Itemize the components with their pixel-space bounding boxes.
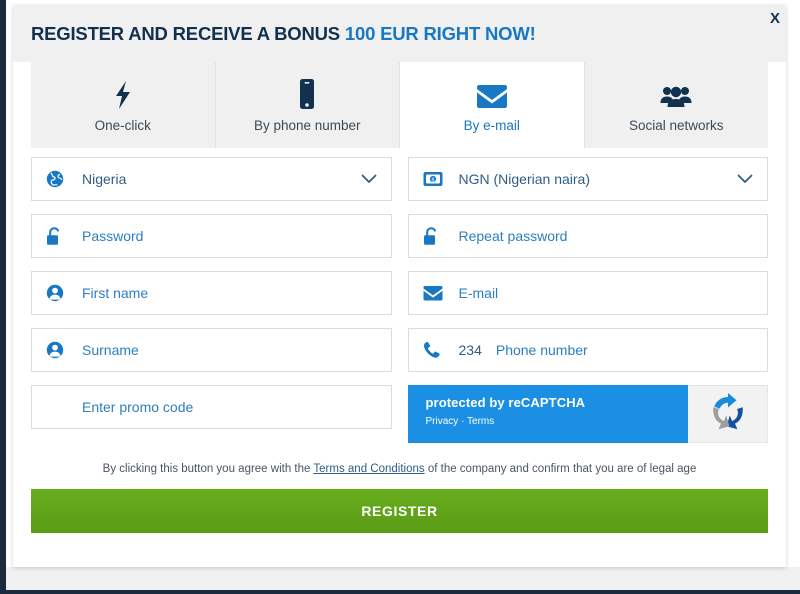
tab-by-email[interactable]: By e-mail bbox=[400, 62, 585, 148]
person-icon bbox=[46, 341, 68, 359]
surname-placeholder: Surname bbox=[82, 342, 139, 358]
country-select[interactable]: Nigeria bbox=[31, 157, 392, 201]
globe-icon bbox=[46, 170, 68, 188]
currency-select[interactable]: $ NGN (Nigerian naira) bbox=[407, 157, 768, 201]
terms-text-after: of the company and confirm that you are … bbox=[424, 463, 697, 475]
recaptcha-title: protected by reCAPTCHA bbox=[425, 395, 586, 410]
recaptcha-separator: · bbox=[461, 416, 465, 427]
modal-header: REGISTER AND RECEIVE A BONUS 100 EUR RIG… bbox=[13, 5, 786, 62]
chevron-down-icon bbox=[737, 174, 753, 184]
recaptcha-icon bbox=[707, 391, 749, 438]
page-title: REGISTER AND RECEIVE A BONUS 100 EUR RIG… bbox=[31, 23, 536, 45]
unlocked-padlock-icon bbox=[423, 226, 445, 246]
email-field[interactable]: E-mail bbox=[407, 271, 768, 315]
recaptcha-links: Privacy · Terms bbox=[426, 416, 689, 427]
first-name-placeholder: First name bbox=[82, 285, 149, 301]
unlocked-padlock-icon bbox=[46, 226, 68, 246]
phone-handset-icon bbox=[423, 341, 445, 359]
registration-method-tabs: One-click By phone number By e-mail Soci… bbox=[13, 62, 786, 148]
recaptcha-badge[interactable]: protected by reCAPTCHA Privacy · Terms bbox=[407, 385, 768, 443]
password-placeholder: Password bbox=[82, 228, 144, 244]
terms-and-conditions-link[interactable]: Terms and Conditions bbox=[313, 463, 424, 475]
repeat-password-placeholder: Repeat password bbox=[458, 228, 568, 244]
page-left-edge bbox=[0, 0, 6, 594]
tab-label-social-networks: Social networks bbox=[628, 118, 724, 133]
repeat-password-field[interactable]: Repeat password bbox=[407, 214, 768, 258]
currency-value: NGN (Nigerian naira) bbox=[458, 171, 590, 187]
phone-placeholder: Phone number bbox=[495, 342, 588, 358]
recaptcha-logo-panel bbox=[688, 385, 768, 443]
terms-disclaimer: By clicking this button you agree with t… bbox=[31, 463, 768, 475]
tab-one-click[interactable]: One-click bbox=[31, 62, 216, 148]
tab-label-one-click: One-click bbox=[94, 118, 151, 133]
registration-modal: REGISTER AND RECEIVE A BONUS 100 EUR RIG… bbox=[13, 5, 786, 567]
title-accent-text: 100 EUR RIGHT NOW! bbox=[344, 22, 536, 44]
email-placeholder: E-mail bbox=[458, 285, 499, 301]
tab-label-by-phone-number: By phone number bbox=[253, 118, 361, 133]
phone-field[interactable]: 234 Phone number bbox=[407, 328, 768, 372]
bolt-icon bbox=[113, 77, 133, 109]
recaptcha-privacy-link[interactable]: Privacy bbox=[426, 416, 459, 427]
promo-code-placeholder: Enter promo code bbox=[82, 399, 194, 415]
tab-by-phone-number[interactable]: By phone number bbox=[215, 62, 400, 148]
terms-text-before: By clicking this button you agree with t… bbox=[102, 463, 314, 475]
svg-text:$: $ bbox=[431, 178, 434, 184]
phone-country-prefix: 234 bbox=[458, 342, 482, 358]
promo-code-field[interactable]: Enter promo code bbox=[31, 385, 392, 429]
first-name-field[interactable]: First name bbox=[31, 271, 392, 315]
title-main-text: REGISTER AND RECEIVE A BONUS bbox=[31, 22, 340, 44]
promo-field-wrapper: Enter promo code bbox=[31, 385, 392, 443]
envelope-icon bbox=[423, 285, 445, 301]
password-field[interactable]: Password bbox=[31, 214, 392, 258]
envelope-icon bbox=[476, 77, 508, 109]
country-value: Nigeria bbox=[82, 171, 127, 187]
close-icon[interactable]: X bbox=[764, 8, 786, 30]
people-group-icon bbox=[660, 77, 692, 109]
page-bottom-edge bbox=[0, 590, 800, 594]
form-row-firstname-email: First name E-mail bbox=[31, 271, 768, 315]
registration-form: Nigeria $ NGN (Nigerian naira) Password … bbox=[13, 157, 786, 475]
form-row-surname-phone: Surname 234 Phone number bbox=[31, 328, 768, 372]
chevron-down-icon bbox=[361, 174, 377, 184]
surname-field[interactable]: Surname bbox=[31, 328, 392, 372]
recaptcha-terms-link[interactable]: Terms bbox=[467, 416, 494, 427]
banknote-icon: $ bbox=[423, 171, 445, 187]
recaptcha-text-panel: protected by reCAPTCHA Privacy · Terms bbox=[407, 385, 689, 443]
form-row-promo-recaptcha: Enter promo code protected by reCAPTCHA … bbox=[31, 385, 768, 443]
mobile-phone-icon bbox=[297, 77, 317, 109]
form-row-country-currency: Nigeria $ NGN (Nigerian naira) bbox=[31, 157, 768, 201]
register-button[interactable]: REGISTER bbox=[31, 489, 768, 533]
tab-social-networks[interactable]: Social networks bbox=[584, 62, 768, 148]
form-row-passwords: Password Repeat password bbox=[31, 214, 768, 258]
person-icon bbox=[46, 284, 68, 302]
tab-label-by-email: By e-mail bbox=[463, 118, 520, 133]
